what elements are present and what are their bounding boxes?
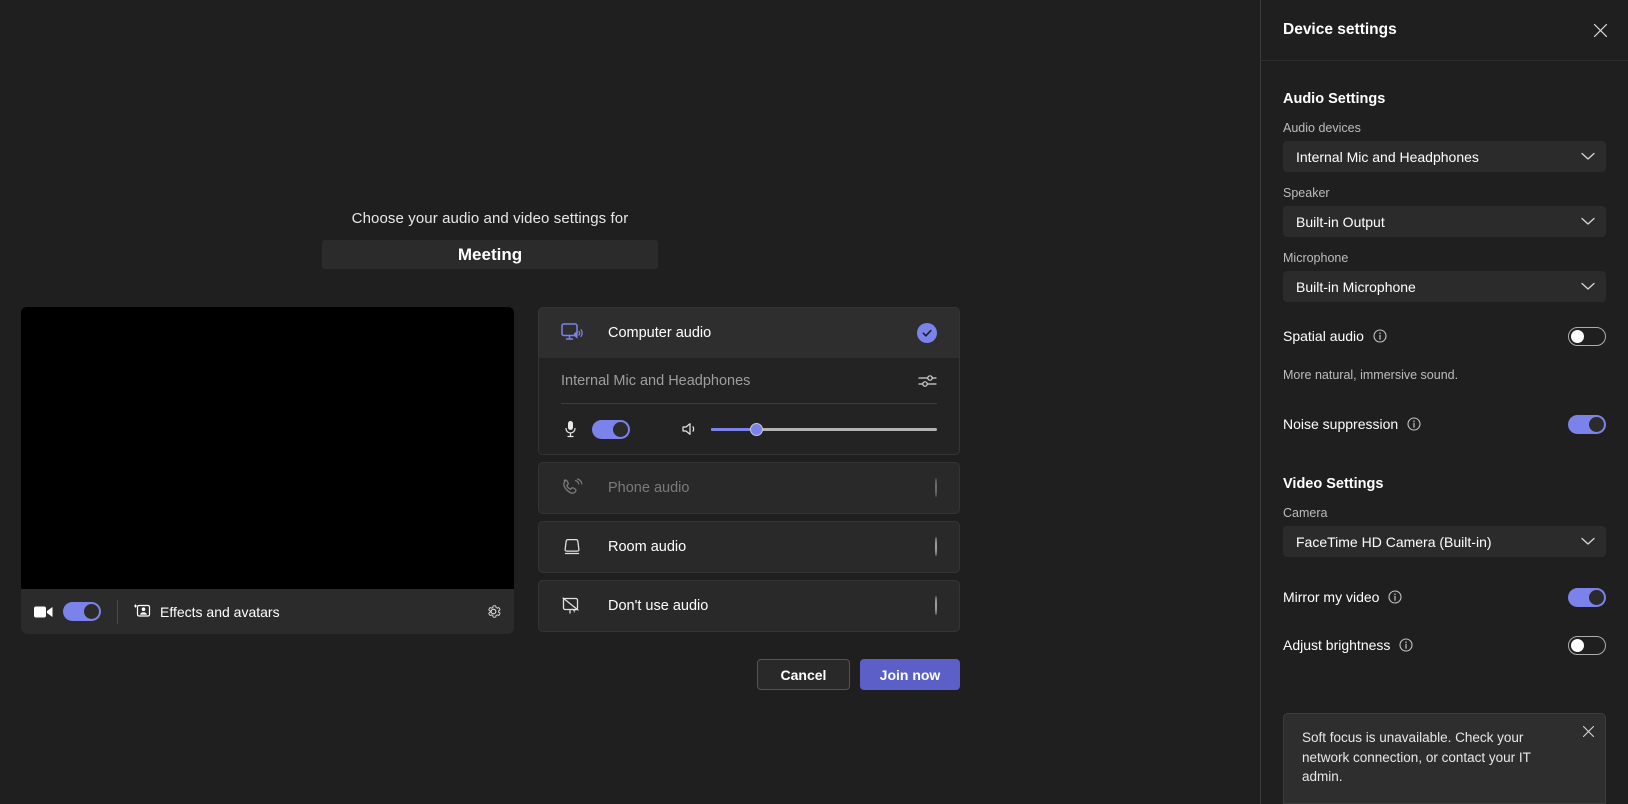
audio-controls-row: [561, 404, 937, 454]
no-audio-radio[interactable]: [935, 596, 937, 615]
noise-suppression-label: Noise suppression: [1283, 416, 1399, 432]
video-settings-heading: Video Settings: [1283, 476, 1384, 492]
spatial-audio-helper-text: More natural, immersive sound.: [1283, 368, 1459, 382]
option-dont-use-audio[interactable]: Don't use audio: [539, 581, 959, 631]
effects-and-avatars-button[interactable]: Effects and avatars: [134, 603, 280, 621]
cancel-button[interactable]: Cancel: [757, 659, 850, 690]
option-computer-audio-label: Computer audio: [608, 325, 712, 341]
no-audio-card: Don't use audio: [538, 580, 960, 632]
audio-devices-select[interactable]: Internal Mic and Headphones: [1283, 141, 1606, 172]
microphone-icon: [561, 420, 579, 438]
toast-message: Soft focus is unavailable. Check your ne…: [1302, 730, 1531, 785]
meeting-title-container: Meeting: [322, 240, 658, 269]
computer-audio-device-section: Internal Mic and Headphones: [539, 358, 959, 454]
option-room-audio-label: Room audio: [608, 539, 687, 555]
phone-audio-radio[interactable]: [935, 478, 937, 497]
gear-icon[interactable]: [485, 603, 502, 620]
microphone-value: Built-in Microphone: [1296, 278, 1416, 295]
audio-settings-heading: Audio Settings: [1283, 91, 1386, 107]
spatial-audio-label: Spatial audio: [1283, 328, 1364, 344]
join-now-button[interactable]: Join now: [860, 659, 960, 690]
chevron-down-icon: [1581, 152, 1595, 161]
radio-unselected-icon: [935, 478, 937, 497]
audio-devices-label: Audio devices: [1283, 121, 1361, 135]
spatial-audio-row: Spatial audio: [1283, 322, 1606, 350]
audio-options-list: Computer audio Internal Mic and Headphon…: [538, 307, 960, 639]
mirror-video-row: Mirror my video: [1283, 583, 1606, 611]
camera-value: FaceTime HD Camera (Built-in): [1296, 533, 1492, 550]
adjust-brightness-row: Adjust brightness: [1283, 631, 1606, 659]
prejoin-screen: Choose your audio and video settings for…: [0, 0, 1628, 804]
radio-unselected-icon: [935, 596, 937, 615]
headline-block: Choose your audio and video settings for…: [0, 210, 980, 269]
adjust-brightness-toggle[interactable]: [1568, 635, 1606, 655]
no-audio-icon: [561, 596, 587, 616]
option-computer-audio[interactable]: Computer audio: [539, 308, 959, 358]
info-icon[interactable]: [1388, 590, 1403, 604]
effects-avatars-icon: [134, 603, 151, 621]
adjust-brightness-label: Adjust brightness: [1283, 637, 1391, 653]
computer-audio-selected-indicator: [917, 323, 937, 343]
volume-slider[interactable]: [711, 422, 937, 436]
selected-device-name: Internal Mic and Headphones: [561, 372, 751, 389]
speaker-select[interactable]: Built-in Output: [1283, 206, 1606, 237]
volume-slider-thumb[interactable]: [750, 422, 764, 436]
info-icon[interactable]: [1399, 638, 1413, 652]
close-icon[interactable]: [1589, 19, 1612, 42]
prejoin-subtitle: Choose your audio and video settings for: [351, 210, 629, 227]
camera-toggle[interactable]: [63, 602, 101, 621]
computer-speaker-icon: [561, 322, 587, 344]
panel-header: Device settings: [1261, 0, 1628, 61]
video-preview-toolbar: Effects and avatars: [21, 589, 514, 634]
phone-ring-icon: [561, 478, 587, 498]
close-icon[interactable]: [1582, 725, 1595, 738]
action-buttons: Cancel Join now: [538, 659, 960, 690]
info-icon[interactable]: [1373, 329, 1387, 343]
microphone-toggle[interactable]: [592, 419, 630, 439]
microphone-select[interactable]: Built-in Microphone: [1283, 271, 1606, 302]
speaker-volume-icon: [680, 421, 698, 437]
soft-focus-toast: Soft focus is unavailable. Check your ne…: [1283, 713, 1606, 804]
chevron-down-icon: [1581, 537, 1595, 546]
toolbar-divider: [117, 599, 118, 624]
checkmark-icon: [917, 323, 937, 343]
chevron-down-icon: [1581, 217, 1595, 226]
room-audio-card: Room audio: [538, 521, 960, 573]
speaker-label: Speaker: [1283, 186, 1330, 200]
noise-suppression-toggle[interactable]: [1568, 414, 1606, 434]
room-device-icon: [561, 537, 587, 557]
audio-devices-value: Internal Mic and Headphones: [1296, 148, 1479, 165]
video-preview-surface: [21, 307, 514, 589]
mirror-video-label: Mirror my video: [1283, 589, 1380, 605]
meeting-title: Meeting: [457, 244, 523, 264]
video-preview-card: Effects and avatars: [21, 307, 514, 634]
effects-and-avatars-label: Effects and avatars: [160, 603, 280, 620]
selected-device-row: Internal Mic and Headphones: [561, 358, 937, 404]
audio-settings-sliders-icon[interactable]: [918, 373, 937, 389]
camera-select[interactable]: FaceTime HD Camera (Built-in): [1283, 526, 1606, 557]
option-phone-audio[interactable]: Phone audio: [539, 463, 959, 513]
radio-unselected-icon: [935, 537, 937, 556]
spatial-audio-toggle[interactable]: [1568, 326, 1606, 346]
microphone-label: Microphone: [1283, 251, 1349, 265]
computer-audio-card: Computer audio Internal Mic and Headphon…: [538, 307, 960, 455]
camera-label: Camera: [1283, 506, 1328, 520]
video-camera-icon: [33, 602, 53, 622]
option-phone-audio-label: Phone audio: [608, 480, 690, 496]
speaker-value: Built-in Output: [1296, 213, 1385, 230]
panel-body: Audio Settings Audio devices Internal Mi…: [1261, 61, 1628, 659]
mirror-video-toggle[interactable]: [1568, 587, 1606, 607]
phone-audio-card: Phone audio: [538, 462, 960, 514]
room-audio-radio[interactable]: [935, 537, 937, 556]
option-dont-use-audio-label: Don't use audio: [608, 598, 709, 614]
main-stage: Choose your audio and video settings for…: [0, 0, 1260, 804]
device-settings-panel: Device settings Audio Settings Audio dev…: [1260, 0, 1628, 804]
option-room-audio[interactable]: Room audio: [539, 522, 959, 572]
noise-suppression-row: Noise suppression: [1283, 410, 1606, 438]
info-icon[interactable]: [1407, 417, 1421, 431]
panel-title: Device settings: [1283, 21, 1397, 38]
chevron-down-icon: [1581, 282, 1595, 291]
